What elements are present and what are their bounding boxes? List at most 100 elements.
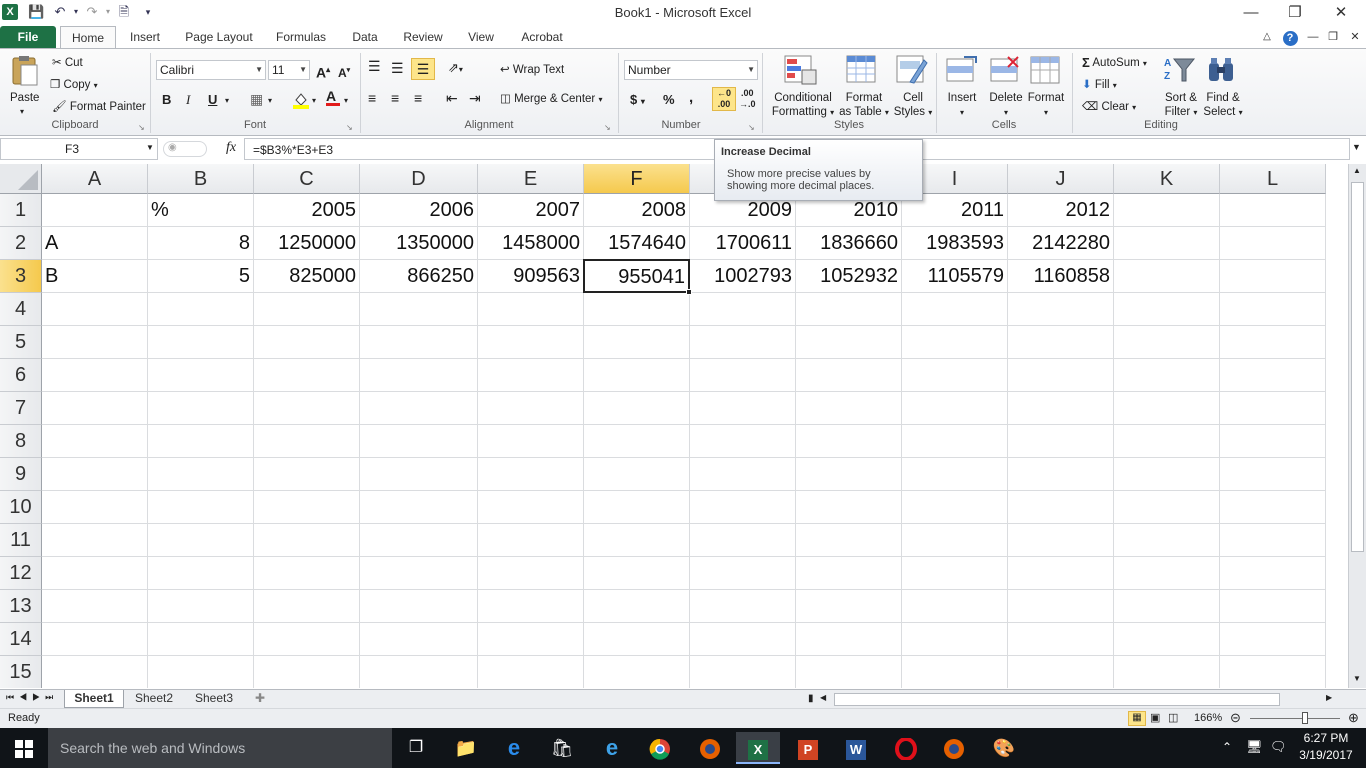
cell-i11[interactable] — [902, 524, 1008, 557]
cell-i7[interactable] — [902, 392, 1008, 425]
row-header-7[interactable]: 7 — [0, 392, 42, 425]
font-size-select[interactable]: 11 ▼ — [268, 60, 310, 80]
cell-g4[interactable] — [690, 293, 796, 326]
cell-j4[interactable] — [1008, 293, 1114, 326]
cell-k6[interactable] — [1114, 359, 1220, 392]
close-button[interactable]: ✕ — [1318, 0, 1364, 26]
cell-g15[interactable] — [690, 656, 796, 688]
cell-j8[interactable] — [1008, 425, 1114, 458]
cell-f3[interactable]: 955041 — [583, 259, 690, 293]
decrease-indent-icon[interactable]: ⇤ — [446, 91, 458, 105]
formula-bar-handle[interactable]: ◉ — [163, 141, 207, 157]
cell-b10[interactable] — [148, 491, 254, 524]
fill-button[interactable]: ⬇ Fill ▾ — [1082, 78, 1117, 93]
cell-j3[interactable]: 1160858 — [1008, 260, 1114, 293]
row-header-12[interactable]: 12 — [0, 557, 42, 590]
cell-k5[interactable] — [1114, 326, 1220, 359]
tab-split-handle[interactable]: ▮ — [808, 693, 814, 704]
cell-b6[interactable] — [148, 359, 254, 392]
underline-button[interactable]: U — [208, 93, 217, 107]
clock-date[interactable]: 3/19/2017 — [1296, 748, 1356, 762]
cell-l4[interactable] — [1220, 293, 1326, 326]
cell-k13[interactable] — [1114, 590, 1220, 623]
zoom-out-icon[interactable]: ⊝ — [1230, 710, 1241, 726]
cell-i6[interactable] — [902, 359, 1008, 392]
cell-l1[interactable] — [1220, 194, 1326, 227]
cell-b5[interactable] — [148, 326, 254, 359]
cell-f6[interactable] — [584, 359, 690, 392]
row-header-1[interactable]: 1 — [0, 194, 42, 227]
cell-a2[interactable]: A — [42, 227, 148, 260]
cell-k2[interactable] — [1114, 227, 1220, 260]
cell-d8[interactable] — [360, 425, 478, 458]
cell-h12[interactable] — [796, 557, 902, 590]
cell-g7[interactable] — [690, 392, 796, 425]
firefox-2-icon[interactable] — [932, 732, 976, 764]
cell-l10[interactable] — [1220, 491, 1326, 524]
cell-k11[interactable] — [1114, 524, 1220, 557]
tab-review[interactable]: Review — [398, 26, 448, 48]
cell-j10[interactable] — [1008, 491, 1114, 524]
cell-i13[interactable] — [902, 590, 1008, 623]
autosum-button[interactable]: Σ AutoSum ▾ — [1082, 56, 1147, 71]
cell-l6[interactable] — [1220, 359, 1326, 392]
cell-d15[interactable] — [360, 656, 478, 688]
cell-e4[interactable] — [478, 293, 584, 326]
sheet-tab-3[interactable]: Sheet3 — [186, 690, 242, 708]
doc-close-icon[interactable]: ✕ — [1347, 26, 1363, 48]
cell-j6[interactable] — [1008, 359, 1114, 392]
cell-f8[interactable] — [584, 425, 690, 458]
cell-k7[interactable] — [1114, 392, 1220, 425]
cell-l9[interactable] — [1220, 458, 1326, 491]
cell-l5[interactable] — [1220, 326, 1326, 359]
cell-k9[interactable] — [1114, 458, 1220, 491]
align-left-icon[interactable]: ≡ — [368, 91, 376, 105]
taskbar-search-box[interactable]: Search the web and Windows — [48, 728, 392, 768]
cell-c10[interactable] — [254, 491, 360, 524]
row-header-11[interactable]: 11 — [0, 524, 42, 557]
cell-e5[interactable] — [478, 326, 584, 359]
font-launcher-icon[interactable]: ↘ — [346, 121, 353, 135]
help-icon[interactable]: ? — [1281, 26, 1299, 48]
cell-f12[interactable] — [584, 557, 690, 590]
cell-h2[interactable]: 1836660 — [796, 227, 902, 260]
column-header-b[interactable]: B — [148, 164, 254, 194]
cell-b1[interactable]: % — [148, 194, 254, 227]
align-center-icon[interactable]: ≡ — [391, 91, 399, 105]
scroll-left-icon[interactable]: ◀ — [820, 693, 826, 702]
cell-a3[interactable]: B — [42, 260, 148, 293]
cell-h5[interactable] — [796, 326, 902, 359]
cell-a12[interactable] — [42, 557, 148, 590]
cell-c14[interactable] — [254, 623, 360, 656]
cell-b3[interactable]: 5 — [148, 260, 254, 293]
cell-i3[interactable]: 1105579 — [902, 260, 1008, 293]
cell-k8[interactable] — [1114, 425, 1220, 458]
worksheet-grid[interactable]: ABCDEFGHIJKL1%20052006200720082009201020… — [0, 164, 1348, 688]
zoom-in-icon[interactable]: ⊕ — [1348, 710, 1359, 726]
cell-h9[interactable] — [796, 458, 902, 491]
clipboard-launcher-icon[interactable]: ↘ — [138, 121, 145, 135]
cell-e2[interactable]: 1458000 — [478, 227, 584, 260]
row-header-2[interactable]: 2 — [0, 227, 42, 260]
conditional-formatting-button[interactable]: Conditional Formatting ▾ — [770, 91, 836, 120]
insert-sheet-icon[interactable]: ✚ — [250, 690, 270, 708]
column-header-j[interactable]: J — [1008, 164, 1114, 194]
cell-d9[interactable] — [360, 458, 478, 491]
cell-k15[interactable] — [1114, 656, 1220, 688]
format-painter-button[interactable]: 🖌 Format Painter — [52, 100, 146, 114]
currency-button[interactable]: $ ▾ — [630, 93, 645, 109]
align-bottom-icon[interactable]: ☰ — [411, 58, 435, 80]
cell-b15[interactable] — [148, 656, 254, 688]
cell-i12[interactable] — [902, 557, 1008, 590]
chrome-icon[interactable] — [638, 732, 682, 764]
row-header-13[interactable]: 13 — [0, 590, 42, 623]
zoom-slider-thumb[interactable] — [1302, 712, 1308, 724]
cell-g10[interactable] — [690, 491, 796, 524]
copy-button[interactable]: ❐ Copy ▾ — [50, 78, 98, 93]
paint-icon[interactable]: 🎨 — [982, 732, 1026, 764]
cell-f1[interactable]: 2008 — [584, 194, 690, 227]
percent-button[interactable]: % — [663, 93, 675, 107]
restore-button[interactable]: ❐ — [1272, 0, 1318, 26]
insert-function-icon[interactable]: fx — [226, 140, 236, 156]
zoom-slider[interactable] — [1250, 718, 1340, 719]
